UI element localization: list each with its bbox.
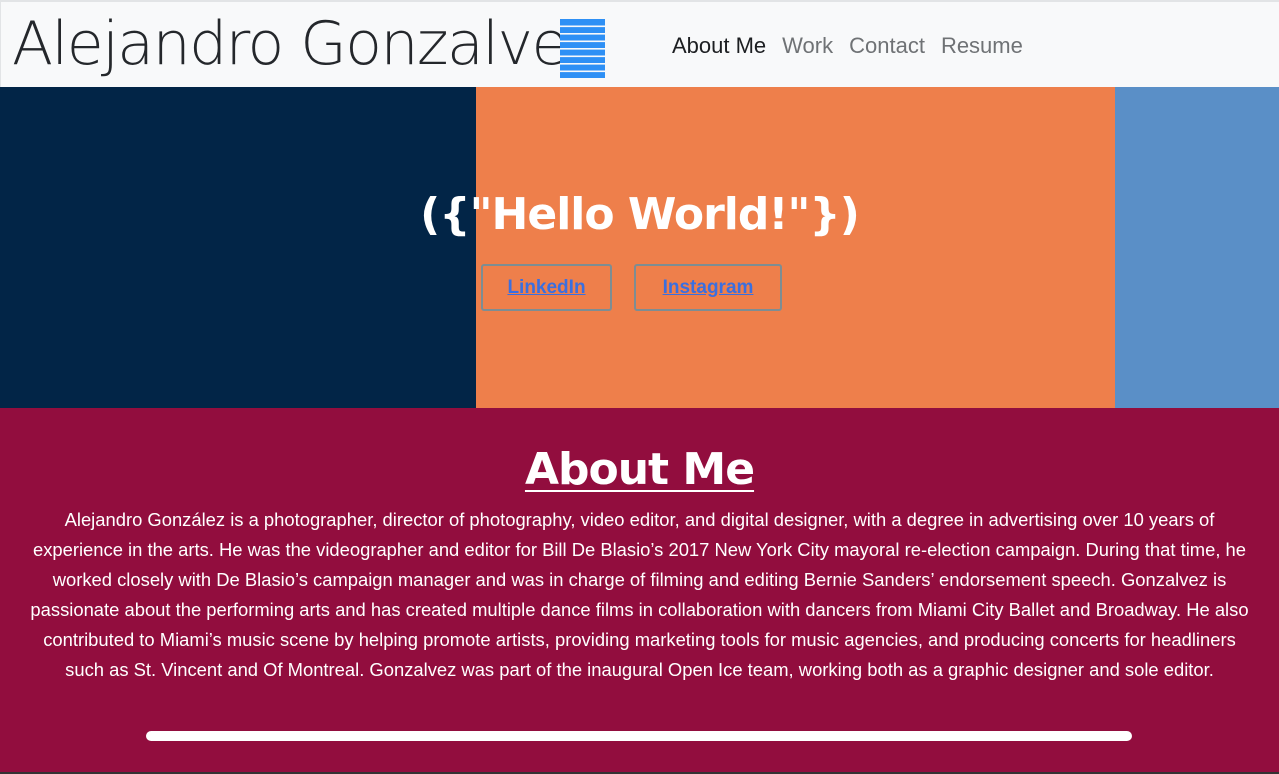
nav-link-work[interactable]: Work: [774, 28, 841, 64]
navbar: Alejandro Gonzalvez About Me Work Contac…: [0, 0, 1279, 87]
about-title: About Me: [524, 444, 755, 495]
section-divider: [146, 731, 1132, 741]
nav-link-about-me[interactable]: About Me: [664, 28, 774, 64]
instagram-button[interactable]: Instagram: [634, 264, 782, 311]
hero-band-blue: [1115, 87, 1279, 408]
hero-title: ({"Hello World!"}): [420, 189, 860, 240]
about-section: About Me Alejandro González is a photogr…: [0, 408, 1279, 774]
brand-name[interactable]: Alejandro Gonzalvez: [12, 8, 598, 80]
hero-band-orange: [476, 87, 1115, 408]
about-body-text: Alejandro González is a photographer, di…: [30, 509, 1249, 680]
hamburger-menu-icon[interactable]: [560, 19, 605, 78]
hero-section: ({"Hello World!"}) LinkedIn Instagram: [0, 87, 1279, 408]
nav-links: About Me Work Contact Resume: [664, 28, 1031, 64]
nav-link-resume[interactable]: Resume: [933, 28, 1031, 64]
linkedin-button[interactable]: LinkedIn: [481, 264, 612, 311]
nav-link-contact[interactable]: Contact: [841, 28, 933, 64]
hero-band-navy: [0, 87, 476, 408]
